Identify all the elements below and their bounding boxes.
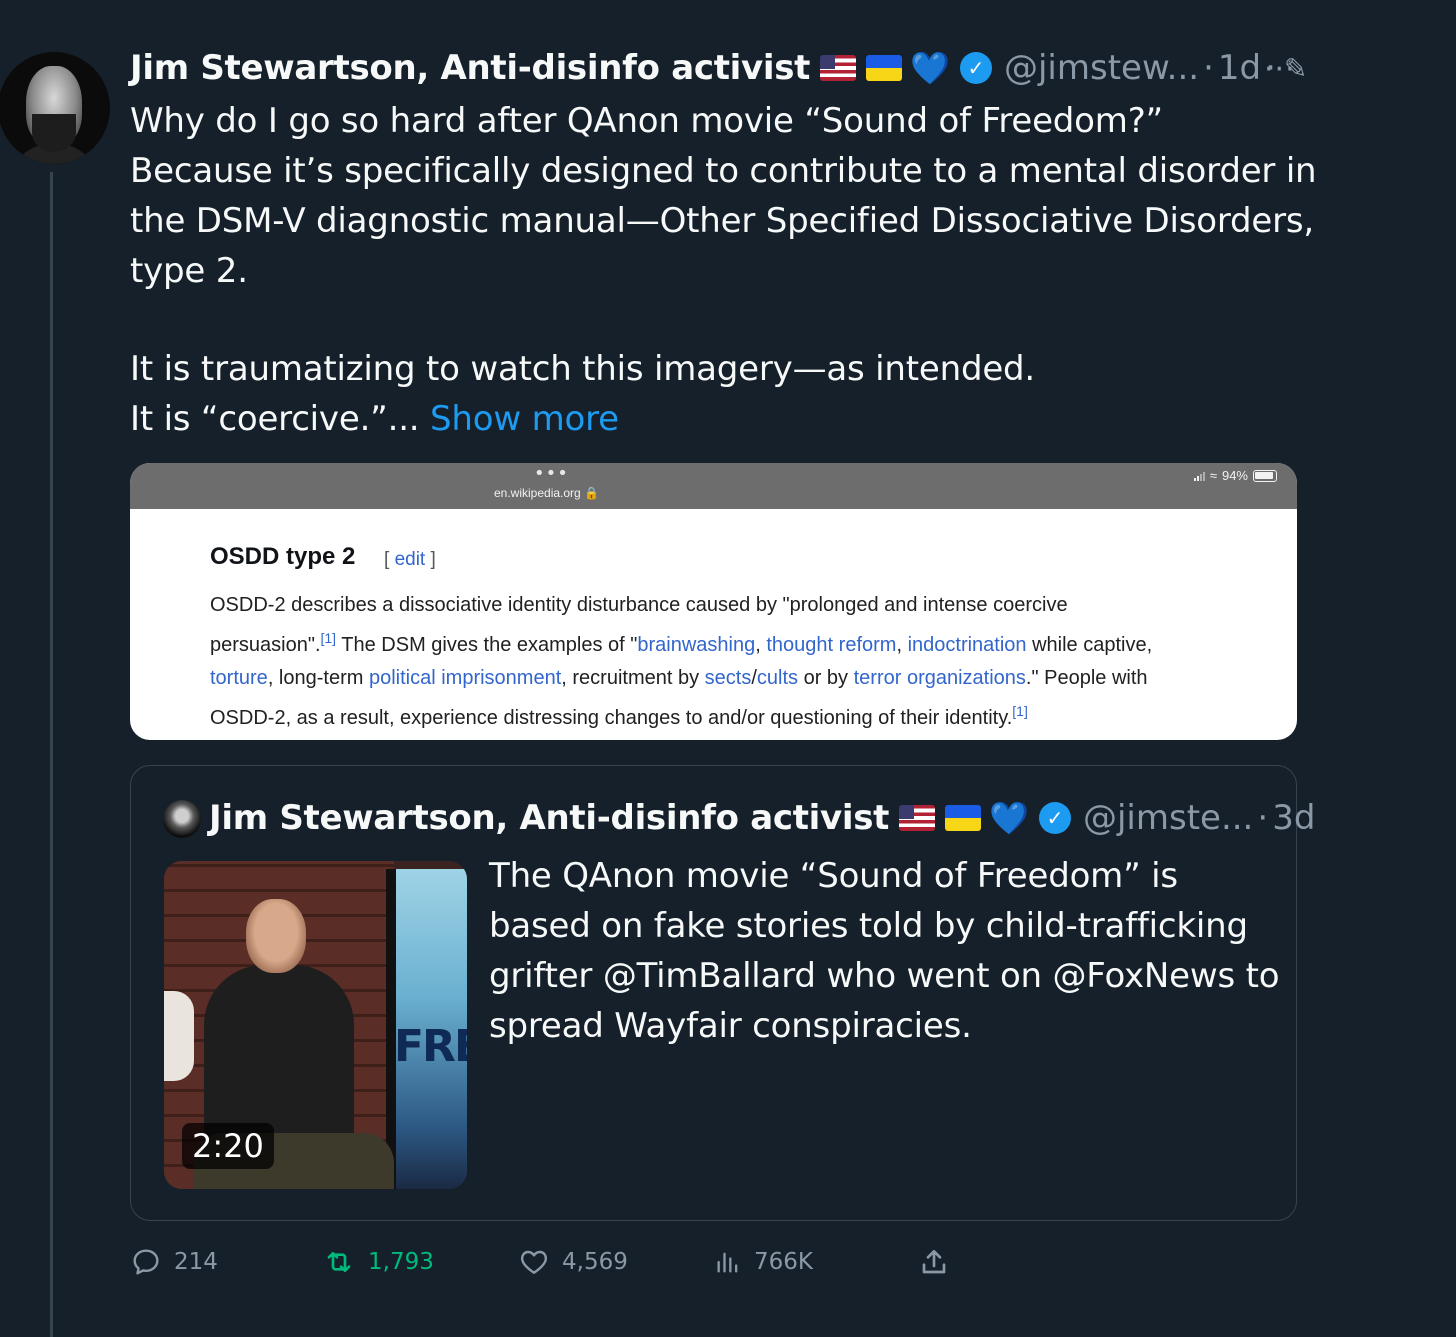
heart-icon bbox=[520, 1250, 548, 1274]
wiki-link-cults: cults bbox=[756, 667, 799, 689]
wiki-text: , recruitment by bbox=[561, 667, 705, 689]
quoted-tweet-body: The QAnon movie “Sound of Freedom” is ba… bbox=[489, 851, 1289, 1051]
quoted-text-line: based on fake stories told by child-traf… bbox=[489, 906, 1248, 946]
tweet-text-line: It is traumatizing to watch this imagery… bbox=[130, 349, 1036, 389]
quoted-text-line: grifter @TimBallard who went on @FoxNews… bbox=[489, 956, 1280, 996]
browser-status-bar: ••• en.wikipedia.org 🔒 ≈ 94% bbox=[130, 463, 1297, 509]
device-status: ≈ 94% bbox=[1193, 468, 1277, 483]
wiki-section-heading: OSDD type 2 bbox=[210, 543, 356, 570]
quoted-text-line: spread Wayfair conspiracies. bbox=[489, 1006, 972, 1046]
tweet-text-line: type 2. bbox=[130, 251, 248, 291]
wiki-text: ." People with bbox=[1025, 667, 1148, 689]
wiki-line: persuasion".[1] The DSM gives the exampl… bbox=[210, 622, 1240, 662]
battery-icon bbox=[1253, 469, 1277, 482]
poster-title: FREE bbox=[394, 1021, 467, 1072]
wiki-link-indoctrination: indoctrination bbox=[907, 634, 1027, 656]
quoted-tweet[interactable]: Jim Stewartson, Anti-disinfo activist 💙 … bbox=[130, 765, 1315, 1221]
tweet-body: Why do I go so hard after QAnon movie “S… bbox=[130, 96, 1320, 444]
video-thumbnail[interactable]: FREE 2:20 bbox=[164, 861, 467, 1189]
reply-count: 214 bbox=[174, 1249, 218, 1275]
verified-badge-icon: ✓ bbox=[1038, 802, 1071, 834]
ukraine-flag-icon bbox=[866, 55, 903, 81]
tweet-text-line: the DSM-V diagnostic manual—Other Specif… bbox=[130, 201, 1315, 241]
tweet-text-line: It is “coercive.”... Show more bbox=[130, 394, 1320, 444]
action-bar: 214 1,793 4,569 766K bbox=[130, 1240, 960, 1284]
wiki-text: persuasion". bbox=[210, 634, 321, 656]
thread-line bbox=[50, 172, 53, 1337]
retweet-button[interactable]: 1,793 bbox=[322, 1240, 434, 1284]
retweet-count: 1,793 bbox=[368, 1249, 434, 1275]
quoted-author-handle: @jimste... bbox=[1082, 798, 1254, 838]
browser-url: en.wikipedia.org 🔒 bbox=[494, 486, 599, 500]
edit-bracket: ] bbox=[425, 549, 436, 570]
views-count: 766K bbox=[754, 1249, 813, 1275]
tweet-text-truncated: It is “coercive.”... bbox=[130, 399, 420, 439]
blue-heart-icon: 💙 bbox=[989, 799, 1029, 837]
wiki-link-political-imprisonment: political imprisonment bbox=[368, 667, 562, 689]
tweet-timestamp[interactable]: 1d bbox=[1218, 48, 1261, 88]
wiki-text: , bbox=[896, 634, 908, 656]
tweet-text-line: Because it’s specifically designed to co… bbox=[130, 151, 1317, 191]
wiki-link-sects: sects bbox=[704, 667, 752, 689]
attached-image-wikipedia[interactable]: ••• en.wikipedia.org 🔒 ≈ 94% OSDD type 2… bbox=[130, 463, 1297, 740]
battery-percent: 94% bbox=[1221, 468, 1248, 483]
like-count: 4,569 bbox=[562, 1249, 628, 1275]
wiki-edit-control: [ edit ] bbox=[384, 549, 436, 571]
us-flag-icon bbox=[899, 805, 936, 831]
views-chart-icon bbox=[717, 1252, 738, 1273]
us-flag-icon bbox=[820, 55, 857, 81]
separator-dot: · bbox=[1257, 798, 1269, 838]
quoted-author-avatar bbox=[163, 800, 201, 838]
ukraine-flag-icon bbox=[945, 805, 982, 831]
edit-bracket: [ bbox=[384, 549, 395, 570]
tweet-header: Jim Stewartson, Anti-disinfo activist 💙 … bbox=[130, 44, 1310, 92]
reply-icon bbox=[133, 1249, 159, 1275]
author-handle[interactable]: @jimstew... bbox=[1004, 48, 1199, 88]
show-more-link[interactable]: Show more bbox=[430, 399, 619, 439]
wiki-line: OSDD-2 describes a dissociative identity… bbox=[210, 594, 1068, 616]
tweet-text-line: Why do I go so hard after QAnon movie “S… bbox=[130, 101, 1163, 141]
signal-icon bbox=[1193, 471, 1205, 481]
share-button[interactable] bbox=[918, 1240, 950, 1284]
wiki-text: , long-term bbox=[267, 667, 369, 689]
reply-button[interactable]: 214 bbox=[130, 1240, 218, 1284]
wiki-text: The DSM gives the examples of " bbox=[336, 634, 638, 656]
quoted-author-name: Jim Stewartson, Anti-disinfo activist bbox=[209, 798, 890, 838]
wiki-citation: [1] bbox=[320, 630, 337, 646]
share-icon bbox=[922, 1250, 946, 1274]
wiki-link-torture: torture bbox=[210, 667, 268, 689]
wiki-text: , bbox=[755, 634, 767, 656]
person-head bbox=[246, 899, 306, 973]
side-arm bbox=[164, 991, 194, 1081]
retweet-icon bbox=[327, 1252, 351, 1272]
wiki-line: OSDD-2, as a result, experience distress… bbox=[210, 695, 1240, 735]
quoted-tweet-header: Jim Stewartson, Anti-disinfo activist 💙 … bbox=[209, 794, 1315, 842]
quoted-text-line: The QAnon movie “Sound of Freedom” is bbox=[489, 856, 1178, 896]
avatar-beard bbox=[32, 114, 76, 152]
wifi-icon: ≈ bbox=[1209, 468, 1217, 483]
wiki-text: OSDD-2, as a result, experience distress… bbox=[210, 707, 1013, 729]
wiki-text: while captive, bbox=[1026, 634, 1153, 656]
wiki-text: or by bbox=[798, 667, 854, 689]
wiki-link-brainwashing: brainwashing bbox=[637, 634, 756, 656]
author-name[interactable]: Jim Stewartson, Anti-disinfo activist bbox=[130, 48, 810, 88]
video-duration: 2:20 bbox=[182, 1123, 274, 1169]
verified-badge-icon[interactable]: ✓ bbox=[959, 52, 992, 84]
tab-dots: ••• bbox=[534, 463, 569, 484]
more-options-icon[interactable]: ··· bbox=[1264, 52, 1296, 87]
wiki-line: torture, long-term political imprisonmen… bbox=[210, 662, 1240, 695]
wiki-link-terror-organizations: terror organizations bbox=[853, 667, 1026, 689]
wiki-paragraph: OSDD-2 describes a dissociative identity… bbox=[210, 589, 1240, 735]
wiki-edit-link: edit bbox=[394, 549, 426, 570]
views-button[interactable]: 766K bbox=[714, 1240, 813, 1284]
separator-dot: · bbox=[1203, 48, 1214, 88]
blue-heart-icon: 💙 bbox=[910, 49, 950, 87]
quoted-tweet-timestamp: 3d bbox=[1272, 798, 1316, 838]
wiki-citation: [1] bbox=[1012, 703, 1028, 719]
author-avatar[interactable] bbox=[0, 52, 110, 164]
like-button[interactable]: 4,569 bbox=[518, 1240, 628, 1284]
wiki-link-thought-reform: thought reform bbox=[766, 634, 897, 656]
